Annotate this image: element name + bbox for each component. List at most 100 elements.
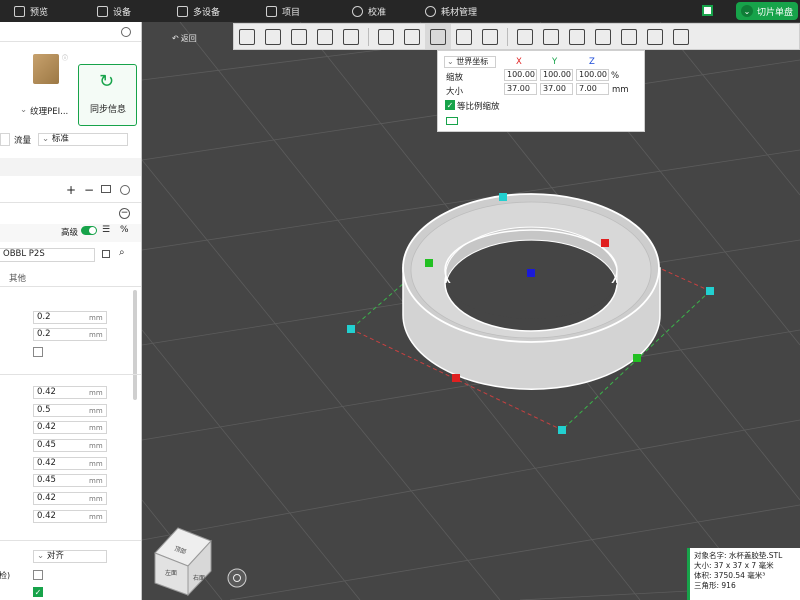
menu-multi-device-label: 多设备 <box>193 7 221 18</box>
gasket-ring-model[interactable] <box>402 193 661 390</box>
save-icon[interactable] <box>102 250 110 258</box>
printer-preset-row: OBBL P2S ⌕ <box>0 246 141 266</box>
advanced-toggle[interactable] <box>81 226 97 235</box>
variable-layer-button[interactable] <box>642 24 668 49</box>
corner-handle[interactable] <box>347 325 355 333</box>
menu-preview[interactable]: 预览 <box>14 0 48 22</box>
move-button[interactable] <box>373 24 399 49</box>
advanced-row: 高级 ☰ % <box>0 222 141 242</box>
menu-project[interactable]: 项目 <box>266 0 300 22</box>
slice-plate-button[interactable]: ⌄ 切片单盘 <box>736 2 798 20</box>
ruler-icon <box>673 28 689 45</box>
arrange-button[interactable] <box>260 24 286 49</box>
uniform-scale-checkbox[interactable]: ✓ <box>445 100 455 110</box>
plate-button[interactable] <box>312 24 338 49</box>
back-button[interactable]: ↶ 返回 <box>172 33 197 44</box>
sync-info-label: 同步信息 <box>90 105 127 115</box>
measure-button[interactable] <box>616 24 642 49</box>
object-size: 大小: 37 x 37 x 7 毫米 <box>694 561 774 570</box>
printer-header <box>0 22 141 42</box>
menu-preview-label: 预览 <box>30 7 49 18</box>
scale-y-input[interactable]: 100.00 <box>540 69 573 81</box>
scale-button[interactable] <box>425 24 451 49</box>
corner-handle[interactable] <box>558 426 566 434</box>
scale-unit: % <box>611 71 620 81</box>
z-axis-label: Z <box>589 57 595 67</box>
menu-calibration[interactable]: 校准 <box>352 0 386 22</box>
text-button[interactable] <box>538 24 564 49</box>
text-icon <box>543 28 559 45</box>
ruler-button[interactable] <box>668 24 694 49</box>
coordinate-system-select[interactable]: ⌄ 世界坐标 <box>444 56 496 68</box>
lay-flat-button[interactable] <box>451 24 477 49</box>
unit-label: mm <box>89 314 103 322</box>
list-icon[interactable]: ☰ <box>102 225 110 235</box>
orient-button[interactable] <box>286 24 312 49</box>
y-axis-handle[interactable] <box>425 259 433 267</box>
layers-button[interactable] <box>338 24 364 49</box>
option-checkbox[interactable] <box>33 347 43 357</box>
plate-thumbnail[interactable] <box>33 54 59 84</box>
corner-handle[interactable] <box>706 287 714 295</box>
navigation-cube[interactable]: 顶部 左面 右面 <box>154 527 212 597</box>
option-checkbox[interactable] <box>33 570 43 580</box>
minus-icon[interactable]: − <box>84 183 94 197</box>
align-label: 对齐 <box>46 551 64 561</box>
scale-z-input[interactable]: 100.00 <box>576 69 609 81</box>
lay-flat-icon <box>456 28 472 45</box>
scale-label: 缩放 <box>446 73 464 83</box>
seam-position-select[interactable]: ⌄ 对齐 <box>33 550 107 563</box>
unit-label: mm <box>89 407 103 415</box>
unit-label: mm <box>89 513 103 521</box>
remove-circle-icon[interactable]: − <box>119 208 130 219</box>
plate-info-icon[interactable]: ⓘ <box>62 53 68 62</box>
gear-icon[interactable] <box>120 185 130 195</box>
plus-icon[interactable]: + <box>66 183 76 197</box>
compare-icon[interactable]: % <box>120 225 129 235</box>
z-axis-handle[interactable] <box>527 269 535 277</box>
gear-icon[interactable] <box>121 27 131 37</box>
divider <box>0 202 141 203</box>
size-z-input[interactable]: 7.00 <box>576 83 609 95</box>
x-axis-handle[interactable] <box>601 239 609 247</box>
multi-device-icon <box>177 5 188 17</box>
support-paint-button[interactable] <box>512 24 538 49</box>
add-object-button[interactable] <box>234 24 260 49</box>
x-axis-label: X <box>516 57 522 67</box>
tab-row: 其他 <box>0 268 141 286</box>
camera-reset-icon[interactable] <box>227 568 247 588</box>
nozzle-field[interactable] <box>0 133 10 146</box>
size-y-input[interactable]: 37.00 <box>540 83 573 95</box>
printer-preset-field[interactable]: OBBL P2S <box>0 248 95 262</box>
filament-sync-icon[interactable] <box>101 185 111 193</box>
cut-button[interactable] <box>477 24 503 49</box>
panel-toggle-icon[interactable] <box>702 5 713 16</box>
move-icon <box>378 28 394 45</box>
option-checkbox-checked[interactable]: ✓ <box>33 587 43 597</box>
tab-other[interactable]: 其他 <box>9 272 26 284</box>
y-axis-handle[interactable] <box>633 354 641 362</box>
flow-select[interactable]: ⌄ 标准 <box>38 133 128 146</box>
plate-type-select[interactable]: ⌄ 纹理PEI... <box>20 105 68 117</box>
chevron-down-icon: ⌄ <box>37 551 45 561</box>
grid-icon <box>265 28 281 45</box>
reset-scale-icon[interactable] <box>446 117 458 125</box>
size-x-input[interactable]: 37.00 <box>504 83 537 95</box>
search-icon[interactable]: ⌕ <box>119 247 125 258</box>
filament-toolbar: + − <box>0 180 141 202</box>
corner-handle[interactable] <box>499 193 507 201</box>
back-label: 返回 <box>180 34 197 43</box>
scale-x-input[interactable]: 100.00 <box>504 69 537 81</box>
x-axis-handle[interactable] <box>452 374 460 382</box>
seam-button[interactable] <box>564 24 590 49</box>
menu-multi-device[interactable]: 多设备 <box>177 0 220 22</box>
navcube-left-label: 左面 <box>165 569 177 577</box>
chevron-down-icon: ⌄ <box>42 134 50 144</box>
menu-device[interactable]: 设备 <box>97 0 131 22</box>
rotate-button[interactable] <box>399 24 425 49</box>
sync-info-button[interactable]: ↻ 同步信息 <box>78 64 137 126</box>
layers-icon <box>14 5 25 17</box>
menu-filament[interactable]: 耗材管理 <box>425 0 477 22</box>
assembly-button[interactable] <box>590 24 616 49</box>
scrollbar[interactable] <box>133 290 137 400</box>
